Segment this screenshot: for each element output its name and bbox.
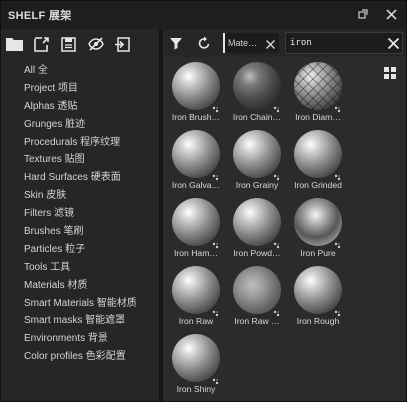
import-icon[interactable] — [114, 36, 131, 53]
material-tile-label: Iron Diam… — [295, 112, 341, 122]
resource-type-icon — [212, 372, 219, 385]
resource-type-icon — [334, 236, 341, 249]
material-tile[interactable]: Iron Rough — [287, 263, 349, 333]
material-filter-chip[interactable]: Mate… — [223, 33, 279, 53]
save-icon[interactable] — [60, 36, 77, 53]
shelf-panel: SHELF 展架 All 全 Project 项目 Alphas 透贴 Grun… — [0, 0, 407, 402]
material-tile[interactable]: Iron Shiny — [165, 331, 227, 401]
resource-type-icon — [273, 168, 280, 181]
close-icon[interactable] — [384, 7, 398, 21]
filter-chip-label: Mate… — [228, 38, 258, 48]
category-item[interactable]: Grunges 脏迹 — [1, 116, 159, 134]
material-tile-label: Iron Raw — [178, 316, 214, 326]
category-list: All 全 Project 项目 Alphas 透贴 Grunges 脏迹 Proced… — [1, 62, 159, 366]
category-item[interactable]: Materials 材质 — [1, 277, 159, 295]
material-tile-label: Iron Powd… — [233, 248, 281, 258]
resource-type-icon — [273, 304, 280, 317]
resource-type-icon — [273, 236, 280, 249]
material-tile[interactable]: Iron Chain… — [226, 59, 288, 129]
category-item[interactable]: Particles 粒子 — [1, 241, 159, 259]
material-tile[interactable]: Iron Grinded — [287, 127, 349, 197]
remove-filter-icon[interactable] — [265, 37, 276, 49]
category-sidebar: All 全 Project 项目 Alphas 透贴 Grunges 脏迹 Proced… — [1, 29, 159, 401]
resource-type-icon — [212, 236, 219, 249]
material-tile-label: Iron Brush… — [171, 112, 221, 122]
resource-type-icon — [273, 100, 280, 113]
resource-browser: Mate… Iron Brush… Iron Chain… Iron Diam… Ir… — [163, 29, 406, 401]
category-item[interactable]: Brushes 笔刷 — [1, 223, 159, 241]
category-item[interactable]: Project 项目 — [1, 80, 159, 98]
material-tile[interactable]: Iron Brush… — [165, 59, 227, 129]
search-input[interactable] — [290, 38, 370, 48]
folder-icon[interactable] — [6, 36, 23, 53]
material-tile-label: Iron Raw … — [234, 316, 280, 326]
undock-icon[interactable] — [356, 7, 370, 21]
clear-search-icon[interactable] — [387, 37, 400, 50]
material-tile[interactable]: Iron Pure — [287, 195, 349, 265]
material-tile[interactable]: Iron Galva… — [165, 127, 227, 197]
category-item[interactable]: Procedurals 程序纹理 — [1, 134, 159, 152]
title-bar: SHELF 展架 — [1, 1, 406, 29]
material-tile[interactable]: Iron Ham… — [165, 195, 227, 265]
material-tile-label: Iron Shiny — [176, 384, 216, 394]
material-tile-label: Iron Galva… — [171, 180, 221, 190]
material-tile-label: Iron Chain… — [232, 112, 282, 122]
filter-toolbar: Mate… — [163, 29, 406, 57]
resource-type-icon — [212, 100, 219, 113]
category-item[interactable]: Color profiles 色彩配置 — [1, 348, 159, 366]
category-item[interactable]: All 全 — [1, 62, 159, 80]
category-item[interactable]: Alphas 透贴 — [1, 98, 159, 116]
reset-filter-icon[interactable] — [196, 35, 212, 51]
category-item[interactable]: Skin 皮肤 — [1, 187, 159, 205]
material-tile[interactable]: Iron Grainy — [226, 127, 288, 197]
material-tile-label: Iron Ham… — [174, 248, 218, 258]
hide-icon[interactable] — [87, 36, 104, 53]
resource-type-icon — [334, 304, 341, 317]
material-tile-label: Iron Rough — [296, 316, 340, 326]
category-item[interactable]: Environments 背景 — [1, 330, 159, 348]
category-item[interactable]: Smart masks 智能遮罩 — [1, 312, 159, 330]
material-tile[interactable]: Iron Powd… — [226, 195, 288, 265]
material-tile-label: Iron Pure — [300, 248, 336, 258]
category-item[interactable]: Textures 贴图 — [1, 151, 159, 169]
resource-type-icon — [334, 100, 341, 113]
window-title: SHELF 展架 — [8, 10, 72, 22]
category-item[interactable]: Smart Materials 智能材质 — [1, 295, 159, 313]
material-tile-label: Iron Grinded — [294, 180, 342, 190]
resource-type-icon — [334, 168, 341, 181]
shelf-toolbar — [1, 29, 159, 59]
category-item[interactable]: Hard Surfaces 硬表面 — [1, 169, 159, 187]
filter-icon[interactable] — [168, 35, 184, 51]
material-tile[interactable]: Iron Diam… — [287, 59, 349, 129]
material-tile-label: Iron Grainy — [235, 180, 279, 190]
resource-type-icon — [212, 168, 219, 181]
resource-type-icon — [212, 304, 219, 317]
category-item[interactable]: Tools 工具 — [1, 259, 159, 277]
grid-view-icon[interactable] — [384, 66, 396, 79]
material-tile[interactable]: Iron Raw — [165, 263, 227, 333]
material-tile[interactable]: Iron Raw … — [226, 263, 288, 333]
category-item[interactable]: Filters 滤镜 — [1, 205, 159, 223]
new-resource-icon[interactable] — [33, 36, 50, 53]
search-field[interactable] — [285, 32, 403, 54]
